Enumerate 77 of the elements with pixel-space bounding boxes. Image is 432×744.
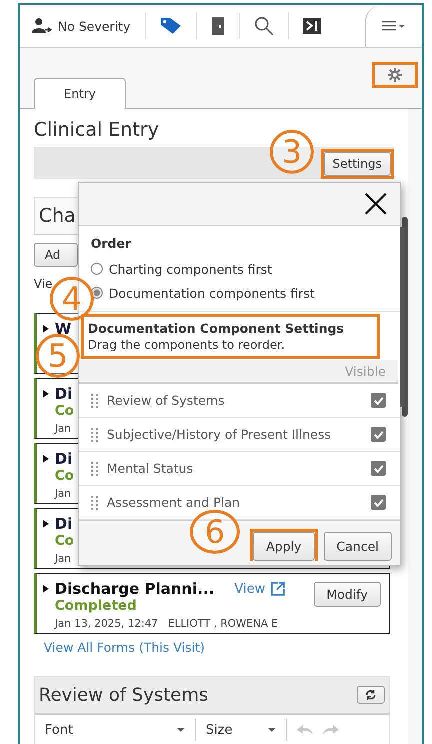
section-heading: Documentation Component Settings — [88, 321, 346, 336]
component-row[interactable]: Mental Status — [79, 452, 400, 486]
panel-title: Review of Systems — [39, 684, 209, 706]
caret-icon — [177, 728, 185, 732]
expand-icon[interactable] — [43, 520, 49, 528]
form-status: Completed — [55, 598, 137, 616]
expand-icon[interactable] — [43, 455, 49, 463]
checkmark-icon — [374, 464, 384, 472]
checkmark-icon — [374, 396, 384, 404]
section-title: Cha — [39, 205, 76, 227]
view-all-link[interactable]: View All Forms (This Visit) — [44, 640, 205, 655]
font-select[interactable]: Font — [45, 719, 196, 741]
form-title[interactable]: Di — [55, 385, 73, 403]
form-date: Jan — [55, 423, 72, 435]
component-label: Assessment and Plan — [107, 495, 242, 510]
visible-checkbox[interactable] — [371, 461, 386, 476]
drag-handle-icon[interactable] — [91, 428, 99, 442]
visible-checkbox[interactable] — [371, 393, 386, 408]
component-row[interactable]: Review of Systems — [79, 384, 400, 418]
scrollbar[interactable] — [400, 227, 405, 407]
refresh-icon — [365, 690, 377, 700]
form-status: Co — [55, 403, 74, 421]
settings-button[interactable]: Settings — [324, 152, 391, 176]
tag-icon[interactable] — [160, 17, 182, 35]
component-label: Mental Status — [107, 461, 194, 476]
form-title[interactable]: Di — [55, 515, 73, 533]
order-heading: Order — [91, 236, 132, 251]
expand-icon[interactable] — [43, 585, 49, 593]
checkmark-icon — [374, 430, 384, 438]
visible-checkbox[interactable] — [371, 427, 386, 442]
form-status: Co — [55, 468, 74, 486]
step-number: 3 — [270, 130, 314, 174]
page-title: Clinical Entry — [34, 119, 160, 143]
apply-button[interactable]: Apply — [253, 532, 315, 561]
door-icon[interactable] — [210, 16, 225, 36]
menu-icon[interactable] — [382, 20, 406, 32]
section-hint: Drag the components to reorder. — [88, 338, 286, 352]
visible-column-label: Visible — [345, 364, 386, 378]
form-date: Jan — [55, 553, 72, 565]
radio-label[interactable]: Documentation components first — [109, 286, 315, 300]
radio-button[interactable] — [91, 287, 103, 299]
form-date: Jan — [55, 488, 72, 500]
form-title[interactable]: Di — [55, 450, 73, 468]
form-status: Co — [55, 533, 74, 551]
visible-checkbox[interactable] — [371, 495, 386, 510]
entry-tab[interactable]: Entry — [34, 78, 126, 109]
step-number: 5 — [36, 334, 80, 378]
component-row[interactable]: Subjective/History of Present Illness — [79, 418, 400, 452]
collapse-icon[interactable] — [302, 17, 321, 35]
external-link-icon[interactable] — [271, 582, 286, 596]
severity-label[interactable]: No Severity — [58, 18, 131, 34]
form-date: Jan 13, 2025, 12:47 — [55, 618, 158, 630]
settings-icon[interactable] — [388, 68, 402, 82]
view-label: Vie — [34, 277, 53, 291]
form-author: ELLIOTT , ROWENA E — [168, 618, 278, 630]
search-icon[interactable] — [254, 16, 274, 36]
cancel-button[interactable]: Cancel — [324, 532, 392, 561]
form-title[interactable]: Discharge Planni... — [55, 580, 215, 598]
add-button[interactable]: Ad — [34, 243, 78, 267]
view-link[interactable]: View — [234, 582, 266, 596]
expand-icon[interactable] — [43, 390, 49, 398]
caret-icon — [268, 728, 276, 732]
drag-handle-icon[interactable] — [91, 496, 99, 510]
drag-handle-icon[interactable] — [91, 394, 99, 408]
user-icon[interactable] — [32, 18, 52, 34]
close-icon[interactable] — [364, 192, 388, 216]
radio-label[interactable]: Charting components first — [109, 262, 272, 276]
modify-button[interactable]: Modify — [314, 582, 381, 607]
refresh-button[interactable] — [357, 686, 385, 704]
radio-button[interactable] — [91, 263, 103, 275]
component-label: Review of Systems — [107, 393, 226, 408]
checkmark-icon — [374, 498, 384, 506]
size-select[interactable]: Size — [206, 719, 287, 741]
drag-handle-icon[interactable] — [91, 462, 99, 476]
expand-icon[interactable] — [43, 325, 49, 333]
component-label: Subjective/History of Present Illness — [107, 427, 332, 442]
step-number: 6 — [190, 510, 240, 554]
